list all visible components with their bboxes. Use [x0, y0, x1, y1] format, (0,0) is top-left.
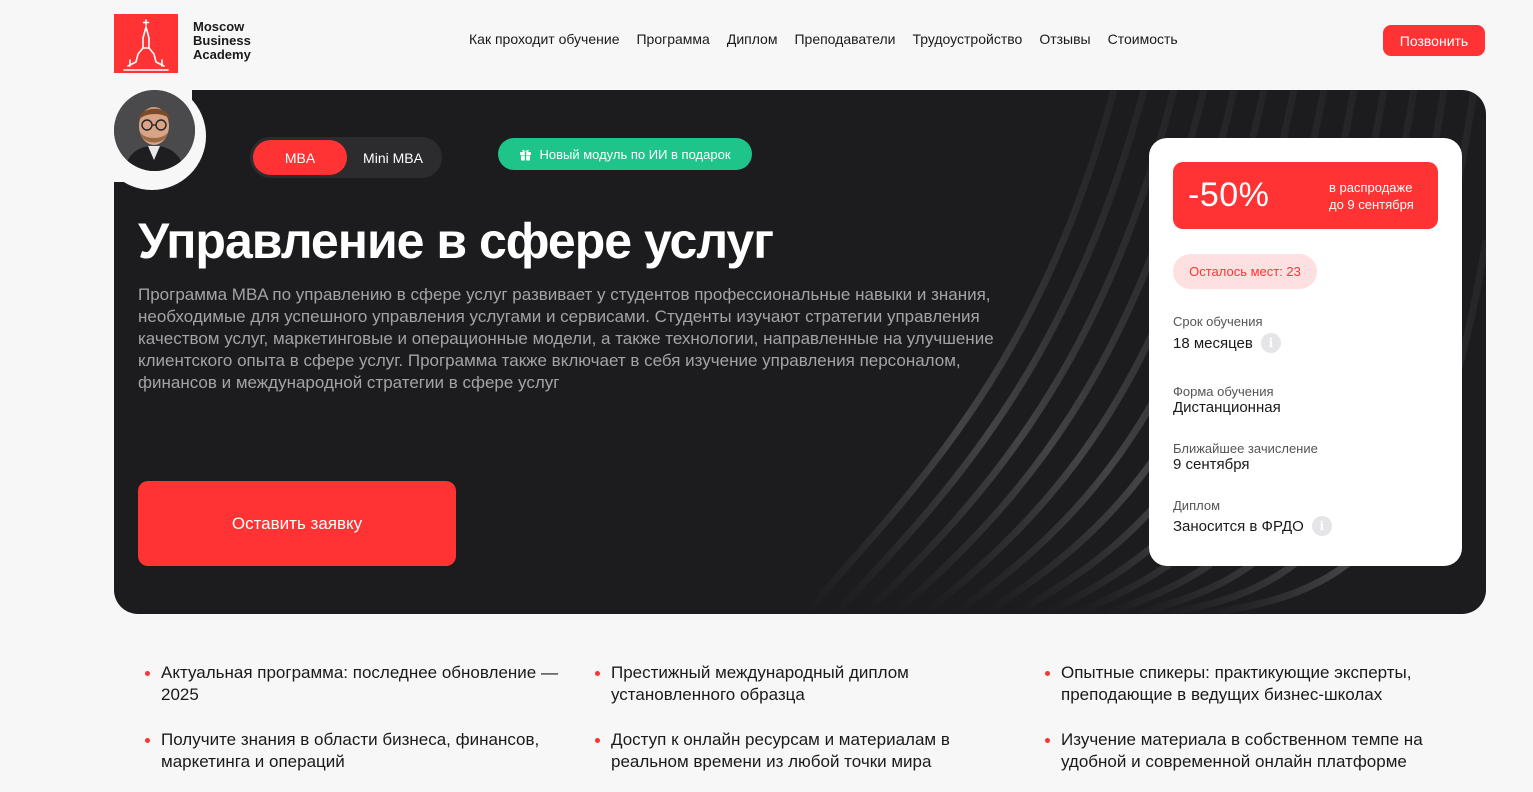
bullet-icon — [145, 738, 150, 743]
enrollment-label: Ближайшее зачисление — [1173, 441, 1318, 456]
feature-item: Опытные спикеры: практикующие эксперты, … — [1045, 662, 1461, 706]
feature-text: Опытные спикеры: практикующие эксперты, … — [1061, 663, 1412, 704]
feature-text: Престижный международный диплом установл… — [611, 663, 909, 704]
nav-item-price[interactable]: Стоимость — [1108, 31, 1178, 47]
page-title: Управление в сфере услуг — [138, 213, 774, 269]
tab-mba[interactable]: MBA — [253, 140, 347, 175]
feature-item: Доступ к онлайн ресурсам и материалам в … — [595, 729, 991, 773]
feature-text: Изучение материала в собственном темпе н… — [1061, 730, 1423, 771]
logo[interactable] — [114, 14, 178, 73]
kremlin-logo-icon — [123, 19, 169, 71]
enrollment-value: 9 сентября — [1173, 456, 1250, 473]
avatar-photo — [114, 90, 195, 171]
bullet-icon — [1045, 671, 1050, 676]
nav-item-teachers[interactable]: Преподаватели — [794, 31, 895, 47]
feature-item: Изучение материала в собственном темпе н… — [1045, 729, 1461, 773]
info-icon[interactable]: i — [1260, 333, 1281, 353]
logo-line-1: Moscow — [193, 19, 245, 34]
nav-item-employment[interactable]: Трудоустройство — [912, 31, 1022, 47]
bullet-icon — [595, 738, 600, 743]
gift-badge[interactable]: Новый модуль по ИИ в подарок — [498, 138, 752, 170]
call-button[interactable]: Позвонить — [1383, 25, 1485, 56]
nav-item-program[interactable]: Программа — [636, 31, 709, 47]
feature-item: Престижный международный диплом установл… — [595, 662, 941, 706]
format-value: Дистанционная — [1173, 399, 1281, 416]
info-icon[interactable]: i — [1311, 516, 1332, 536]
feature-text: Получите знания в области бизнеса, финан… — [161, 730, 540, 771]
bullet-icon — [1045, 738, 1050, 743]
duration-label: Срок обучения — [1173, 314, 1263, 329]
logo-line-2: Business — [193, 33, 251, 48]
discount-note: в распродаже до 9 сентября — [1329, 179, 1414, 213]
nav-item-reviews[interactable]: Отзывы — [1039, 31, 1090, 47]
discount-note-line-2: до 9 сентября — [1329, 197, 1414, 212]
duration-value: 18 месяцев i — [1173, 333, 1281, 353]
program-description: Программа MBA по управлению в сфере услу… — [138, 285, 994, 392]
discount-note-line-1: в распродаже — [1329, 180, 1413, 195]
apply-button[interactable]: Оставить заявку — [138, 481, 456, 566]
tab-mini-mba[interactable]: Mini MBA — [347, 140, 439, 175]
logo-line-3: Academy — [193, 47, 251, 62]
bullet-icon — [145, 671, 150, 676]
feature-text: Актуальная программа: последнее обновлен… — [161, 663, 558, 704]
seats-left-badge: Осталось мест: 23 — [1173, 254, 1317, 289]
duration-value-text: 18 месяцев — [1173, 334, 1253, 352]
diploma-label: Диплом — [1173, 498, 1221, 513]
gift-badge-text: Новый модуль по ИИ в подарок — [539, 146, 731, 162]
feature-item: Получите знания в области бизнеса, финан… — [145, 729, 571, 773]
discount-banner: -50% в распродаже до 9 сентября — [1173, 162, 1438, 229]
bullet-icon — [595, 671, 600, 676]
logo-text: Moscow Business Academy — [193, 20, 251, 62]
feature-text: Доступ к онлайн ресурсам и материалам в … — [611, 730, 950, 771]
nav-item-how[interactable]: Как проходит обучение — [469, 31, 619, 47]
gift-icon — [520, 149, 532, 160]
diploma-value: Заносится в ФРДО i — [1173, 516, 1332, 536]
main-nav: Как проходит обучение Программа Диплом П… — [469, 31, 1178, 47]
nav-item-diploma[interactable]: Диплом — [727, 31, 778, 47]
discount-value: -50% — [1188, 176, 1270, 214]
diploma-value-text: Заносится в ФРДО — [1173, 517, 1304, 535]
feature-item: Актуальная программа: последнее обновлен… — [145, 662, 581, 706]
format-label: Форма обучения — [1173, 384, 1274, 399]
